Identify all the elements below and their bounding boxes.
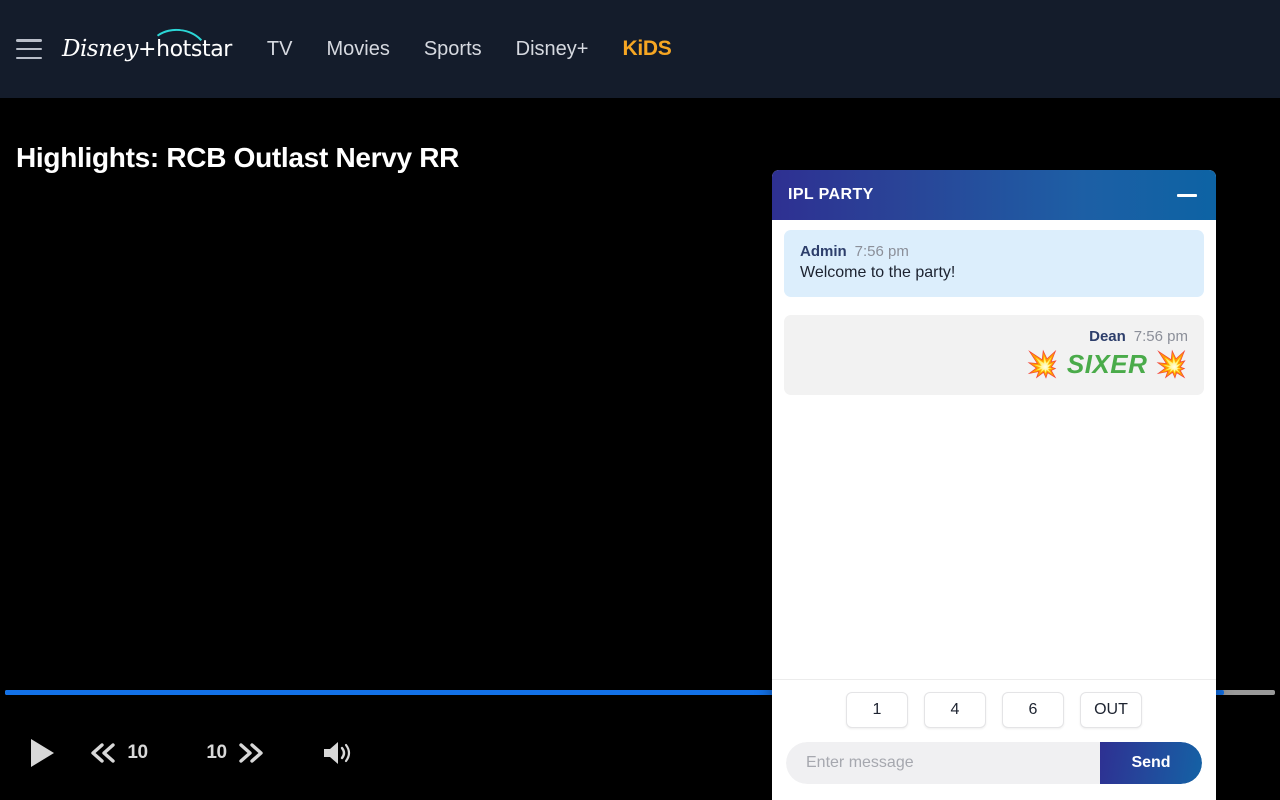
chat-panel-header: IPL PARTY [772,170,1216,220]
nav-link-disneyplus[interactable]: Disney+ [499,38,606,61]
hamburger-line [16,56,42,59]
rewind-icon [91,743,116,763]
chat-message-time: 7:56 pm [1133,327,1188,345]
nav-links: TV Movies Sports Disney+ KiDS [250,37,689,61]
fast-forward-icon [238,743,263,763]
chat-message-list[interactable]: Admin 7:56 pm Welcome to the party! Dean 7… [772,220,1216,679]
logo-plus-text: + [138,37,157,62]
chat-message-text: 💥 SIXER 💥 [800,348,1188,382]
logo-disney-text: Disney [62,36,139,62]
chat-message: Admin 7:56 pm Welcome to the party! [784,230,1204,297]
quick-action-1[interactable]: 1 [846,692,908,728]
nav-link-tv[interactable]: TV [250,38,310,61]
chat-message-meta: Admin 7:56 pm [800,243,1188,260]
logo-hotstar-text: hotstar [156,37,232,62]
video-title: Highlights: RCB Outlast Nervy RR [16,142,460,173]
chat-message-time: 7:56 pm [854,243,909,260]
volume-button[interactable] [308,730,368,776]
hamburger-menu-icon[interactable] [16,39,42,59]
forward-10-button[interactable]: 10 [188,730,284,776]
rewind-10-button[interactable]: 10 [70,730,166,776]
rewind-seconds-label: 10 [127,742,148,763]
chat-message-meta: Dean 7:56 pm [800,328,1188,345]
chat-panel-title: IPL PARTY [788,186,874,203]
quick-action-out[interactable]: OUT [1080,692,1142,728]
quick-action-6[interactable]: 6 [1002,692,1064,728]
quick-action-buttons: 1 4 6 OUT [786,692,1202,728]
play-icon [31,739,54,767]
hamburger-line [16,39,42,42]
disney-hotstar-logo[interactable]: Disney+hotstar [62,25,232,71]
explosion-emoji-icon: 💥 [1026,348,1060,379]
video-player-controls: 10 10 [0,723,780,783]
chat-message-emphasis-text: SIXER [1066,348,1148,379]
explosion-emoji-icon: 💥 [1155,348,1188,379]
message-input[interactable] [786,742,1100,784]
hamburger-line [16,47,42,51]
chat-message-author: Admin [800,243,847,260]
volume-icon [324,742,351,764]
message-composer: Send [786,742,1202,784]
minimize-dash [1177,193,1197,197]
chat-message-text: Welcome to the party! [800,264,956,281]
quick-action-4[interactable]: 4 [924,692,986,728]
nav-link-kids[interactable]: KiDS [605,37,688,61]
app-root: Disney+hotstar TV Movies Sports Disney+ … [0,0,1280,800]
forward-seconds-label: 10 [206,742,227,763]
nav-link-movies[interactable]: Movies [309,38,406,61]
chat-message-author: Dean [1089,327,1126,345]
send-button[interactable]: Send [1100,742,1202,784]
ipl-party-chat-panel: IPL PARTY Admin 7:56 pm Welcome to the pa… [772,170,1216,800]
chat-message: Dean 7:56 pm 💥 SIXER 💥 [784,314,1204,395]
logo-text: Disney+hotstar [62,36,232,62]
play-button[interactable] [14,730,70,776]
minimize-icon[interactable] [1174,182,1200,208]
nav-link-sports[interactable]: Sports [407,38,499,61]
top-navigation-bar: Disney+hotstar TV Movies Sports Disney+ … [0,0,1280,98]
chat-panel-footer: 1 4 6 OUT Send [772,679,1216,800]
